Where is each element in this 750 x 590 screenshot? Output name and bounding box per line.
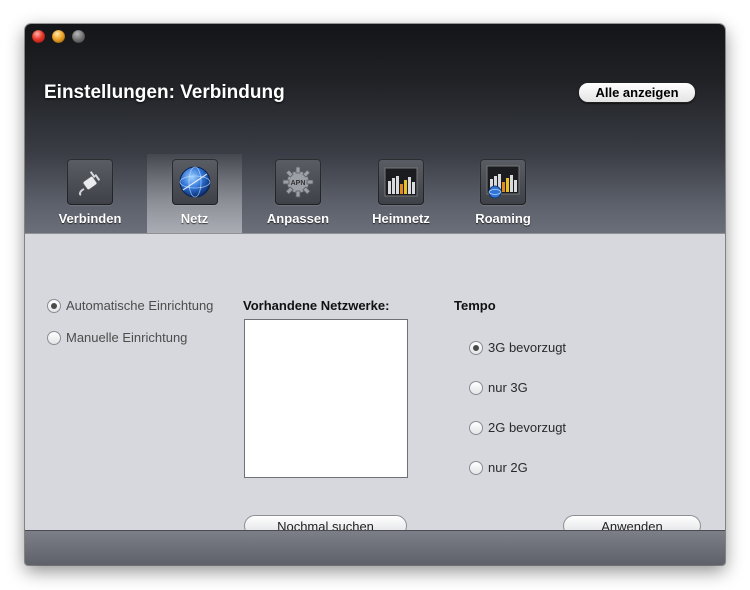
automatic-setup-radio[interactable] (47, 298, 61, 313)
tab-heimnetz[interactable]: Heimnetz (361, 154, 441, 233)
speed-heading: Tempo (454, 298, 496, 313)
speed-radio[interactable] (469, 420, 483, 435)
window-title: Einstellungen: Verbindung (44, 82, 285, 103)
networks-heading: Vorhandene Netzwerke: (243, 298, 390, 313)
networks-list[interactable] (244, 319, 408, 478)
zoom-window-button[interactable] (72, 30, 85, 43)
window-footer (25, 530, 725, 565)
show-all-button[interactable]: Alle anzeigen (578, 82, 696, 103)
close-window-button[interactable] (32, 30, 45, 43)
plug-icon (67, 159, 113, 205)
manual-setup-label: Manuelle Einrichtung (66, 330, 188, 345)
minimize-window-button[interactable] (52, 30, 65, 43)
tab-anpassen[interactable]: APN Anpassen (257, 154, 339, 233)
speed-option-label: 3G bevorzugt (488, 340, 567, 355)
speed-option-label: 2G bevorzugt (488, 420, 567, 435)
tab-label: Verbinden (58, 211, 122, 226)
automatic-setup-label: Automatische Einrichtung (66, 298, 214, 313)
tab-label: Roaming (475, 211, 531, 226)
apn-gear-icon: APN (275, 159, 321, 205)
signal-bars-icon (378, 159, 424, 205)
globe-icon (171, 159, 218, 205)
speed-option-2g-only[interactable]: nur 2G (469, 460, 528, 475)
window-header: Einstellungen: Verbindung Alle anzeigen … (25, 24, 725, 233)
speed-option-label: nur 2G (488, 460, 528, 475)
automatic-setup-option[interactable]: Automatische Einrichtung (47, 298, 213, 313)
speed-option-label: nur 3G (488, 380, 528, 395)
speed-option-3g-only[interactable]: nur 3G (469, 380, 528, 395)
tab-netz[interactable]: Netz (147, 154, 242, 233)
tab-roaming[interactable]: Roaming (465, 154, 541, 233)
manual-setup-radio[interactable] (47, 330, 61, 345)
speed-option-2g-preferred[interactable]: 2G bevorzugt (469, 420, 566, 435)
tab-verbinden[interactable]: Verbinden (52, 154, 128, 233)
speed-radio[interactable] (469, 380, 483, 395)
speed-radio[interactable] (469, 460, 483, 475)
signal-bars-globe-icon (480, 159, 526, 205)
settings-content: Automatische Einrichtung Manuelle Einric… (25, 233, 725, 537)
tab-label: Anpassen (266, 211, 330, 226)
tab-label: Netz (180, 211, 209, 226)
manual-setup-option[interactable]: Manuelle Einrichtung (47, 330, 187, 345)
apn-icon-text: APN (291, 180, 306, 187)
preferences-window: Einstellungen: Verbindung Alle anzeigen … (25, 24, 725, 565)
speed-radio[interactable] (469, 340, 483, 355)
speed-option-3g-preferred[interactable]: 3G bevorzugt (469, 340, 566, 355)
tab-label: Heimnetz (372, 211, 430, 226)
